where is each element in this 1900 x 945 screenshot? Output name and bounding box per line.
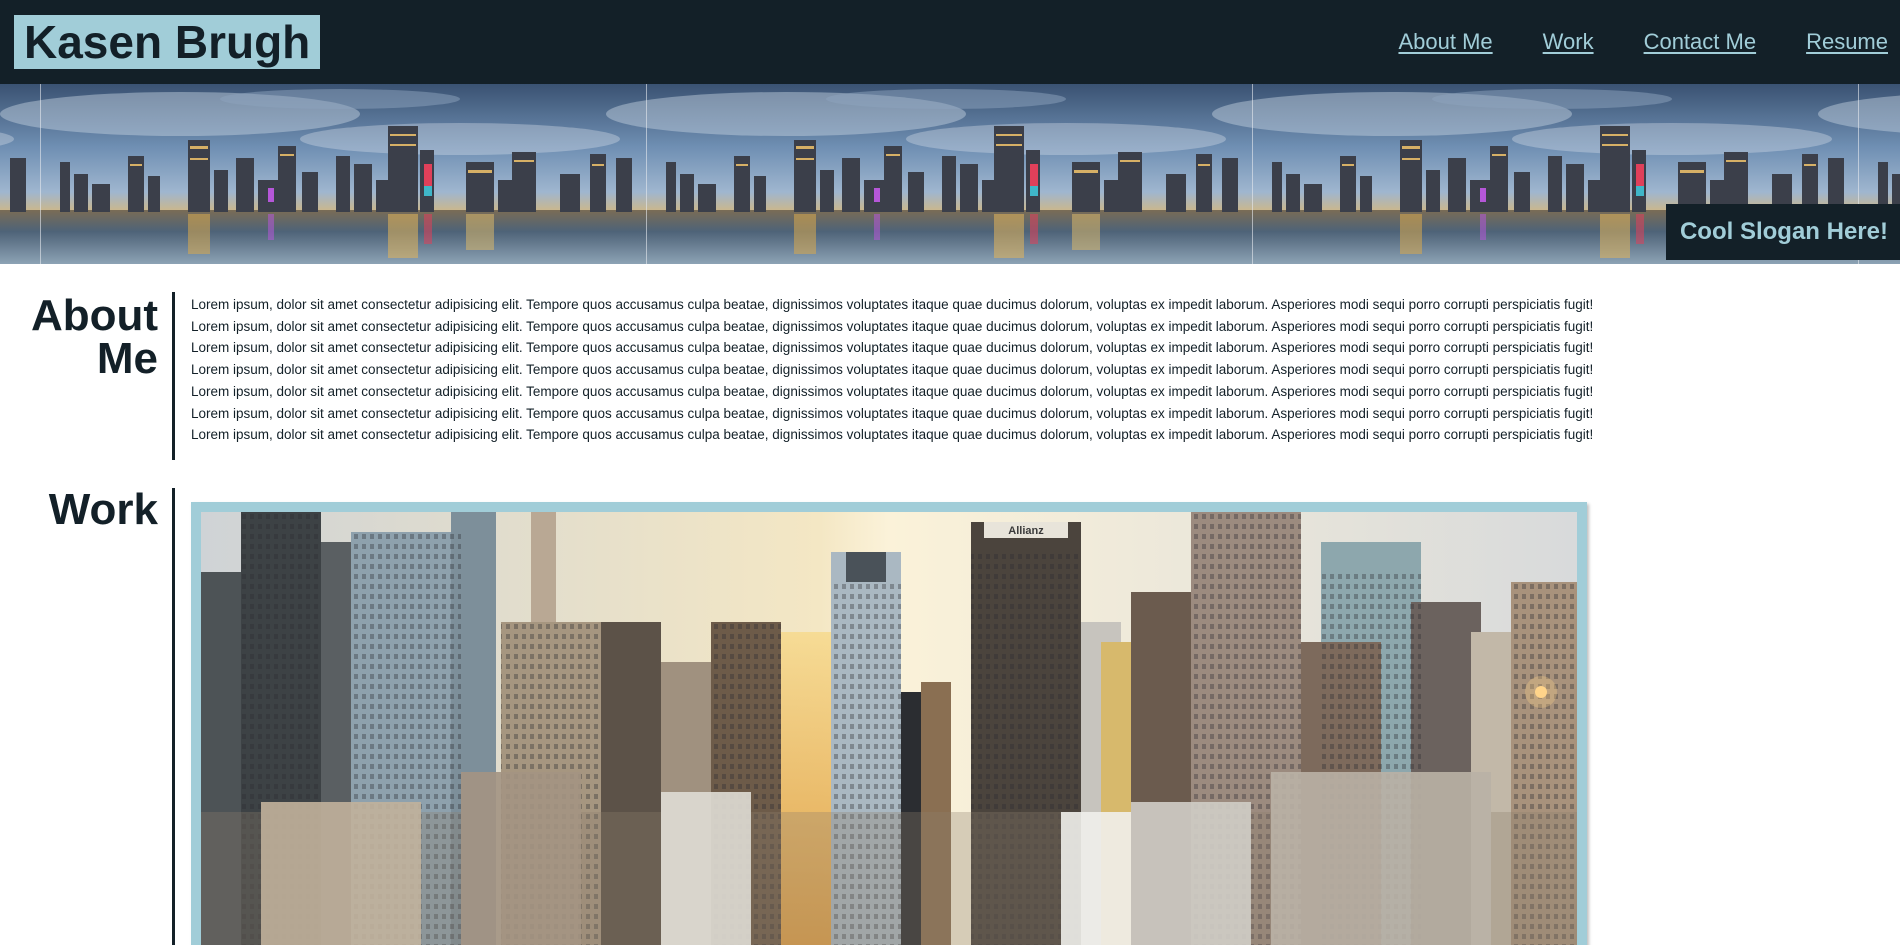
city-buildings-image: Allianz [201, 512, 1577, 945]
work-section: Work Allianz [0, 488, 1900, 945]
about-text: Lorem ipsum, dolor sit amet consectetur … [175, 292, 1593, 460]
about-section: About Me Lorem ipsum, dolor sit amet con… [0, 292, 1900, 460]
about-paragraph: Lorem ipsum, dolor sit amet consectetur … [191, 383, 1594, 399]
nav-link-contact-me[interactable]: Contact Me [1644, 29, 1757, 55]
nav-link-about-me[interactable]: About Me [1398, 29, 1492, 55]
about-paragraph: Lorem ipsum, dolor sit amet consectetur … [191, 405, 1594, 421]
site-header: Kasen Brugh About Me Work Contact Me Res… [0, 0, 1900, 84]
about-paragraph: Lorem ipsum, dolor sit amet consectetur … [191, 318, 1594, 334]
about-paragraph: Lorem ipsum, dolor sit amet consectetur … [191, 427, 1594, 443]
work-card[interactable]: Allianz [191, 502, 1587, 945]
hero-banner: Cool Slogan Here! [0, 84, 1900, 264]
about-paragraph: Lorem ipsum, dolor sit amet consectetur … [191, 340, 1594, 356]
about-title-line1: About [30, 291, 158, 340]
hero-slogan: Cool Slogan Here! [1665, 204, 1900, 260]
work-title: Work [48, 485, 158, 534]
about-title-line2: Me [96, 334, 158, 383]
nav-link-resume[interactable]: Resume [1806, 29, 1888, 55]
about-title: About Me [0, 292, 172, 460]
site-logo[interactable]: Kasen Brugh [14, 15, 321, 69]
about-paragraph: Lorem ipsum, dolor sit amet consectetur … [191, 297, 1594, 312]
main-nav: About Me Work Contact Me Resume [1348, 29, 1888, 55]
skyline-banner-image [0, 84, 1900, 264]
nav-link-work[interactable]: Work [1543, 29, 1594, 55]
building-sign: Allianz [1008, 525, 1044, 537]
about-paragraph: Lorem ipsum, dolor sit amet consectetur … [191, 362, 1594, 378]
work-image[interactable]: Allianz [201, 512, 1577, 945]
work-content: Allianz [175, 488, 1587, 945]
